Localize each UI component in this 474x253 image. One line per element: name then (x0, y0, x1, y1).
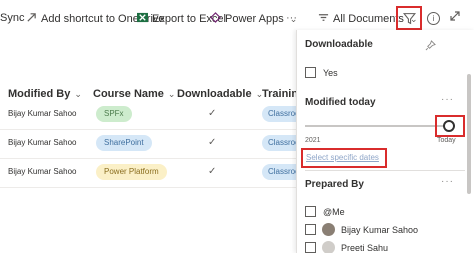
course-tag: SharePoint (96, 135, 152, 151)
expand-icon[interactable] (449, 10, 461, 22)
panel-scrollbar[interactable] (467, 74, 471, 194)
slider-start-label: 2021 (305, 137, 321, 144)
filter-panel: Downloadable Yes Modified today ··· 2021… (296, 30, 474, 253)
pin-icon[interactable] (425, 40, 436, 51)
chevron-down-icon: ⌄ (167, 89, 176, 99)
modified-by-cell: Bijay Kumar Sahoo (8, 138, 77, 147)
course-tag: Power Platform (96, 164, 167, 180)
course-tag: SPFx (96, 106, 132, 122)
prepared-by-more-button[interactable]: ··· (441, 176, 454, 187)
column-header-downloadable[interactable]: Downloadable ⌄ (177, 88, 263, 100)
table-row[interactable]: Bijay Kumar Sahoo Power Platform ✓ Class… (0, 159, 314, 188)
chevron-down-icon: ⌄ (74, 89, 82, 99)
document-list: Modified By ⌄ Course Name ⌄ Downloadable ⌄ … (0, 40, 314, 253)
power-apps-icon (210, 12, 221, 23)
excel-icon (137, 12, 148, 23)
bijay-checkbox[interactable] (305, 224, 316, 235)
prepared-by-filter-title: Prepared By (305, 179, 364, 190)
me-checkbox[interactable] (305, 206, 316, 217)
avatar (322, 223, 335, 236)
checkmark-icon: ✓ (208, 166, 217, 177)
checkmark-icon: ✓ (208, 108, 217, 119)
power-apps-label: Power Apps (225, 13, 284, 25)
modified-filter-title: Modified today (305, 97, 376, 108)
date-slider-track[interactable] (305, 125, 447, 127)
more-commands-button[interactable]: ··· (286, 12, 297, 24)
divider (305, 170, 465, 171)
yes-checkbox[interactable] (305, 67, 316, 78)
view-label: All Documents (333, 13, 404, 25)
column-header-course-name[interactable]: Course Name ⌄ (93, 88, 175, 100)
modified-by-cell: Bijay Kumar Sahoo (8, 109, 77, 118)
power-apps-button[interactable]: Power Apps ⌄ (210, 12, 297, 25)
sync-button[interactable]: Sync (0, 12, 24, 24)
slider-end-label: Today (437, 137, 456, 144)
shortcut-icon (27, 13, 36, 22)
column-header-label: Modified By (8, 88, 71, 100)
preeti-checkbox[interactable] (305, 242, 316, 253)
view-list-icon (318, 14, 329, 21)
table-row[interactable]: Bijay Kumar Sahoo SharePoint ✓ Classroom (0, 130, 314, 159)
bijay-label: Bijay Kumar Sahoo (341, 225, 419, 235)
column-header-modified-by[interactable]: Modified By ⌄ (8, 88, 82, 100)
avatar (322, 241, 335, 253)
column-header-label: Course Name (93, 88, 164, 100)
sync-label: Sync (0, 12, 25, 24)
preeti-label: Preeti Sahu (341, 243, 389, 253)
column-header-label: Downloadable (177, 88, 252, 100)
filter-icon (403, 13, 416, 25)
filter-button[interactable] (396, 6, 422, 30)
checkmark-icon: ✓ (208, 137, 217, 148)
me-label: @Me (323, 207, 345, 217)
select-specific-dates-link[interactable]: Select specific dates (306, 153, 379, 162)
modified-by-cell: Bijay Kumar Sahoo (8, 167, 77, 176)
yes-label: Yes (323, 68, 338, 78)
table-row[interactable]: Bijay Kumar Sahoo SPFx ✓ Classroom (0, 101, 314, 130)
info-button[interactable]: i (427, 12, 440, 25)
date-slider-thumb[interactable] (443, 120, 455, 132)
downloadable-filter-title: Downloadable (305, 39, 373, 50)
modified-more-button[interactable]: ··· (441, 94, 454, 105)
